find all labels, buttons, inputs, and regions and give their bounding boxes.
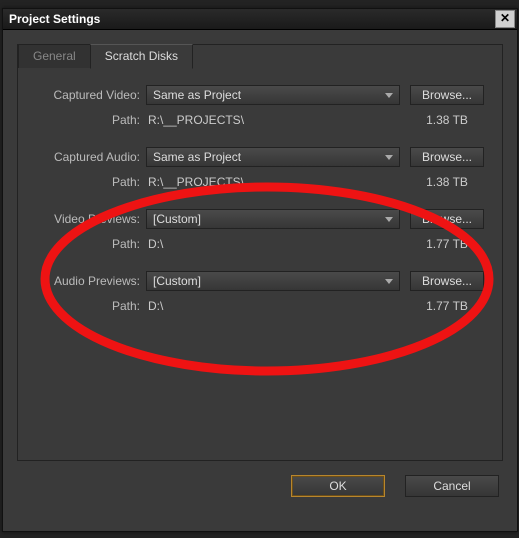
video-previews-path: D:\ <box>146 237 410 251</box>
video-previews-path-row: Path: D:\ 1.77 TB <box>36 236 484 252</box>
captured-video-dropdown-value: Same as Project <box>153 88 241 102</box>
content: General Scratch Disks Captured Video: Sa… <box>3 30 517 507</box>
path-label: Path: <box>36 237 146 251</box>
chevron-down-icon <box>385 217 393 222</box>
video-previews-dropdown-value: [Custom] <box>153 212 201 226</box>
audio-previews-path-row: Path: D:\ 1.77 TB <box>36 298 484 314</box>
path-label: Path: <box>36 299 146 313</box>
path-label: Path: <box>36 113 146 127</box>
captured-video-browse-button[interactable]: Browse... <box>410 85 484 105</box>
captured-audio-row: Captured Audio: Same as Project Browse..… <box>36 146 484 168</box>
chevron-down-icon <box>385 155 393 160</box>
video-previews-row: Video Previews: [Custom] Browse... <box>36 208 484 230</box>
captured-video-row: Captured Video: Same as Project Browse..… <box>36 84 484 106</box>
audio-previews-browse-button[interactable]: Browse... <box>410 271 484 291</box>
video-previews-size: 1.77 TB <box>410 237 484 251</box>
captured-video-label: Captured Video: <box>36 88 146 102</box>
captured-audio-path-row: Path: R:\__PROJECTS\ 1.38 TB <box>36 174 484 190</box>
project-settings-window: Project Settings ✕ General Scratch Disks… <box>2 8 518 532</box>
chevron-down-icon <box>385 279 393 284</box>
dialog-buttons: OK Cancel <box>17 475 503 497</box>
settings-panel: General Scratch Disks Captured Video: Sa… <box>17 44 503 461</box>
close-button[interactable]: ✕ <box>495 10 515 28</box>
titlebar: Project Settings ✕ <box>3 9 517 30</box>
captured-audio-browse-button[interactable]: Browse... <box>410 147 484 167</box>
captured-video-path: R:\__PROJECTS\ <box>146 113 410 127</box>
audio-previews-row: Audio Previews: [Custom] Browse... <box>36 270 484 292</box>
captured-audio-dropdown[interactable]: Same as Project <box>146 147 400 167</box>
audio-previews-path: D:\ <box>146 299 410 313</box>
video-previews-browse-button[interactable]: Browse... <box>410 209 484 229</box>
tab-scratch-disks[interactable]: Scratch Disks <box>90 44 193 69</box>
audio-previews-label: Audio Previews: <box>36 274 146 288</box>
cancel-button[interactable]: Cancel <box>405 475 499 497</box>
captured-video-dropdown[interactable]: Same as Project <box>146 85 400 105</box>
path-label: Path: <box>36 175 146 189</box>
captured-video-size: 1.38 TB <box>410 113 484 127</box>
tab-body: Captured Video: Same as Project Browse..… <box>18 68 502 348</box>
chevron-down-icon <box>385 93 393 98</box>
tabs: General Scratch Disks <box>18 44 502 68</box>
captured-audio-label: Captured Audio: <box>36 150 146 164</box>
captured-audio-size: 1.38 TB <box>410 175 484 189</box>
ok-button[interactable]: OK <box>291 475 385 497</box>
tab-general[interactable]: General <box>18 44 91 68</box>
audio-previews-dropdown[interactable]: [Custom] <box>146 271 400 291</box>
audio-previews-size: 1.77 TB <box>410 299 484 313</box>
captured-audio-path: R:\__PROJECTS\ <box>146 175 410 189</box>
window-title: Project Settings <box>9 12 100 26</box>
captured-video-path-row: Path: R:\__PROJECTS\ 1.38 TB <box>36 112 484 128</box>
video-previews-label: Video Previews: <box>36 212 146 226</box>
captured-audio-dropdown-value: Same as Project <box>153 150 241 164</box>
audio-previews-dropdown-value: [Custom] <box>153 274 201 288</box>
video-previews-dropdown[interactable]: [Custom] <box>146 209 400 229</box>
